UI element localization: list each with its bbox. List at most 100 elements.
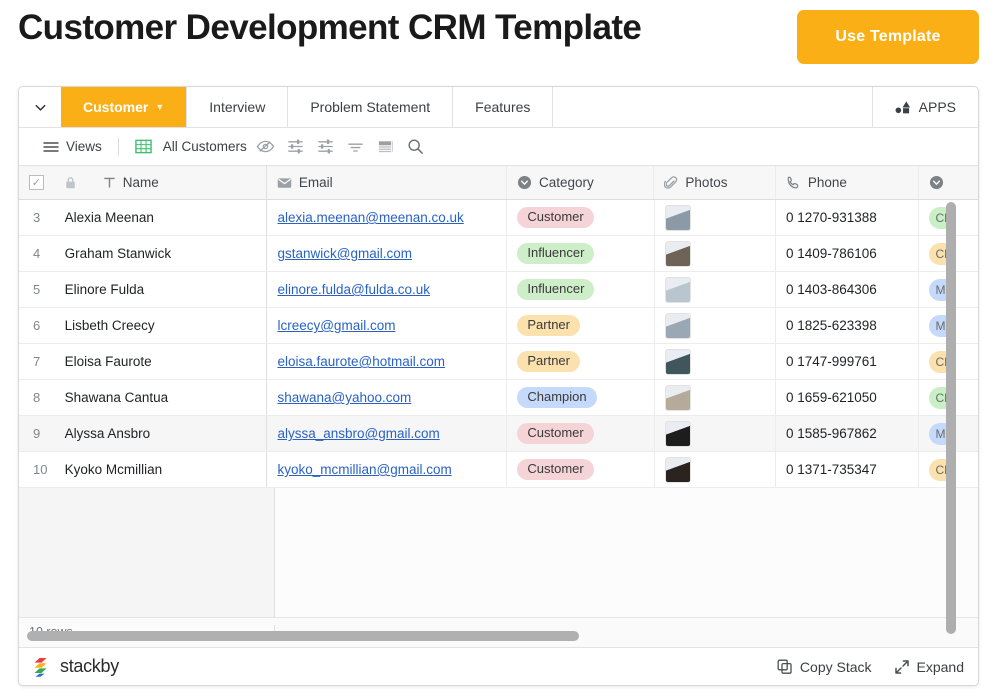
current-view-button[interactable]: All Customers [131, 138, 251, 155]
cell-photos[interactable] [655, 236, 776, 271]
copy-stack-label: Copy Stack [800, 659, 872, 675]
table-row[interactable]: 4Graham Stanwickgstanwick@gmail.comInflu… [19, 236, 978, 272]
cell-email[interactable]: elinore.fulda@fulda.co.uk [267, 272, 507, 307]
column-header-phone[interactable]: Phone [776, 166, 920, 199]
category-badge: Customer [517, 459, 593, 481]
cell-photos[interactable] [655, 272, 776, 307]
cell-photos[interactable] [655, 380, 776, 415]
column-header-category[interactable]: Category [507, 166, 654, 199]
email-link[interactable]: kyoko_mcmillian@gmail.com [277, 462, 451, 477]
tab-customer[interactable]: Customer ▼ [61, 87, 186, 127]
cell-email[interactable]: eloisa.faurote@hotmail.com [267, 344, 507, 379]
cell-email[interactable]: alyssa_ansbro@gmail.com [267, 416, 507, 451]
column-header-email[interactable]: Email [267, 166, 507, 199]
cell-category[interactable]: Customer [507, 452, 654, 487]
stackby-mark-icon [33, 656, 54, 678]
table-row[interactable]: 6Lisbeth Creecylcreecy@gmail.comPartner0… [19, 308, 978, 344]
cell-category[interactable]: Partner [507, 344, 654, 379]
category-badge: Partner [517, 315, 580, 337]
cell-photos[interactable] [655, 416, 776, 451]
table-row[interactable]: 10Kyoko Mcmilliankyoko_mcmillian@gmail.c… [19, 452, 978, 488]
table-row[interactable]: 7Eloisa Fauroteeloisa.faurote@hotmail.co… [19, 344, 978, 380]
cell-photos[interactable] [655, 308, 776, 343]
cell-name[interactable]: Shawana Cantua [55, 380, 268, 415]
cell-email[interactable]: lcreecy@gmail.com [267, 308, 507, 343]
cell-phone[interactable]: 0 1585-967862 [776, 416, 919, 451]
hide-fields-icon[interactable] [251, 134, 281, 160]
email-link[interactable]: shawana@yahoo.com [277, 390, 411, 405]
cell-photos[interactable] [655, 200, 776, 235]
email-link[interactable]: lcreecy@gmail.com [277, 318, 395, 333]
tab-interview[interactable]: Interview [186, 87, 287, 127]
cell-category[interactable]: Champion [507, 380, 654, 415]
table-row[interactable]: 3Alexia Meenanalexia.meenan@meenan.co.uk… [19, 200, 978, 236]
email-link[interactable]: alyssa_ansbro@gmail.com [277, 426, 439, 441]
column-header-photos[interactable]: Photos [654, 166, 775, 199]
column-header-extra[interactable] [919, 166, 978, 199]
cell-phone[interactable]: 0 1371-735347 [776, 452, 919, 487]
table-row[interactable]: 5Elinore Fuldaelinore.fulda@fulda.co.ukI… [19, 272, 978, 308]
apps-icon [895, 100, 912, 114]
phone-icon [786, 175, 801, 190]
vertical-scrollbar[interactable] [946, 202, 956, 634]
grid-rows: 3Alexia Meenanalexia.meenan@meenan.co.uk… [19, 200, 978, 488]
column-header-name[interactable]: Name [54, 166, 267, 199]
horizontal-scrollbar[interactable] [27, 631, 579, 641]
cell-phone[interactable]: 0 1403-864306 [776, 272, 919, 307]
cell-email[interactable]: kyoko_mcmillian@gmail.com [267, 452, 507, 487]
cell-phone[interactable]: 0 1409-786106 [776, 236, 919, 271]
cell-photos[interactable] [655, 452, 776, 487]
email-link[interactable]: elinore.fulda@fulda.co.uk [277, 282, 430, 297]
cell-name[interactable]: Lisbeth Creecy [55, 308, 268, 343]
single-select-icon [517, 175, 532, 190]
collapse-sidebar-button[interactable] [19, 87, 61, 127]
cell-phone[interactable]: 0 1659-621050 [776, 380, 919, 415]
cell-name[interactable]: Graham Stanwick [55, 236, 268, 271]
cell-phone[interactable]: 0 1825-623398 [776, 308, 919, 343]
cell-email[interactable]: shawana@yahoo.com [267, 380, 507, 415]
cell-photos[interactable] [655, 344, 776, 379]
filter-icon[interactable] [281, 134, 311, 160]
grid-empty-right [275, 488, 978, 618]
tab-problem-statement[interactable]: Problem Statement [287, 87, 452, 127]
search-icon[interactable] [401, 134, 431, 160]
select-all-checkbox[interactable]: ✓ [29, 175, 44, 190]
cell-email[interactable]: gstanwick@gmail.com [267, 236, 507, 271]
tab-features-label: Features [475, 99, 530, 115]
use-template-button[interactable]: Use Template [797, 10, 979, 64]
apps-button[interactable]: APPS [872, 87, 978, 127]
app-footer: stackby Copy Stack Expand [19, 647, 978, 685]
sort-icon[interactable] [341, 134, 371, 160]
table-row[interactable]: 9Alyssa Ansbro alyssa_ansbro@gmail.com Cus… [19, 416, 978, 452]
email-link[interactable]: alexia.meenan@meenan.co.uk [277, 210, 463, 225]
email-link[interactable]: gstanwick@gmail.com [277, 246, 412, 261]
cell-email[interactable]: alexia.meenan@meenan.co.uk [267, 200, 507, 235]
cell-category[interactable]: Influencer [507, 272, 654, 307]
email-link[interactable]: eloisa.faurote@hotmail.com [277, 354, 445, 369]
expand-button[interactable]: Expand [894, 659, 964, 675]
views-button[interactable]: Views [39, 139, 106, 154]
cell-phone[interactable]: 0 1747-999761 [776, 344, 919, 379]
table-row[interactable]: 8Shawana Cantuashawana@yahoo.comChampion… [19, 380, 978, 416]
cell-category[interactable]: Influencer [507, 236, 654, 271]
views-label: Views [66, 139, 102, 154]
cell-name[interactable]: Kyoko Mcmillian [55, 452, 268, 487]
copy-stack-button[interactable]: Copy Stack [777, 659, 872, 675]
group-icon[interactable] [311, 134, 341, 160]
cell-name[interactable]: Elinore Fulda [55, 272, 268, 307]
cell-category[interactable]: Customer [507, 416, 654, 451]
category-badge: Customer [517, 207, 593, 229]
grid-empty-left [19, 488, 275, 618]
tab-features[interactable]: Features [452, 87, 552, 127]
tab-customer-label: Customer [83, 99, 148, 115]
tab-interview-label: Interview [209, 99, 265, 115]
row-number: 9 [19, 416, 55, 451]
row-height-icon[interactable] [371, 134, 401, 160]
cell-category[interactable]: Partner [507, 308, 654, 343]
cell-name[interactable]: Alexia Meenan [55, 200, 268, 235]
cell-name[interactable]: Alyssa Ansbro [55, 416, 268, 451]
column-header-name-label: Name [123, 175, 159, 190]
cell-name[interactable]: Eloisa Faurote [55, 344, 268, 379]
cell-category[interactable]: Customer [507, 200, 654, 235]
cell-phone[interactable]: 0 1270-931388 [776, 200, 919, 235]
